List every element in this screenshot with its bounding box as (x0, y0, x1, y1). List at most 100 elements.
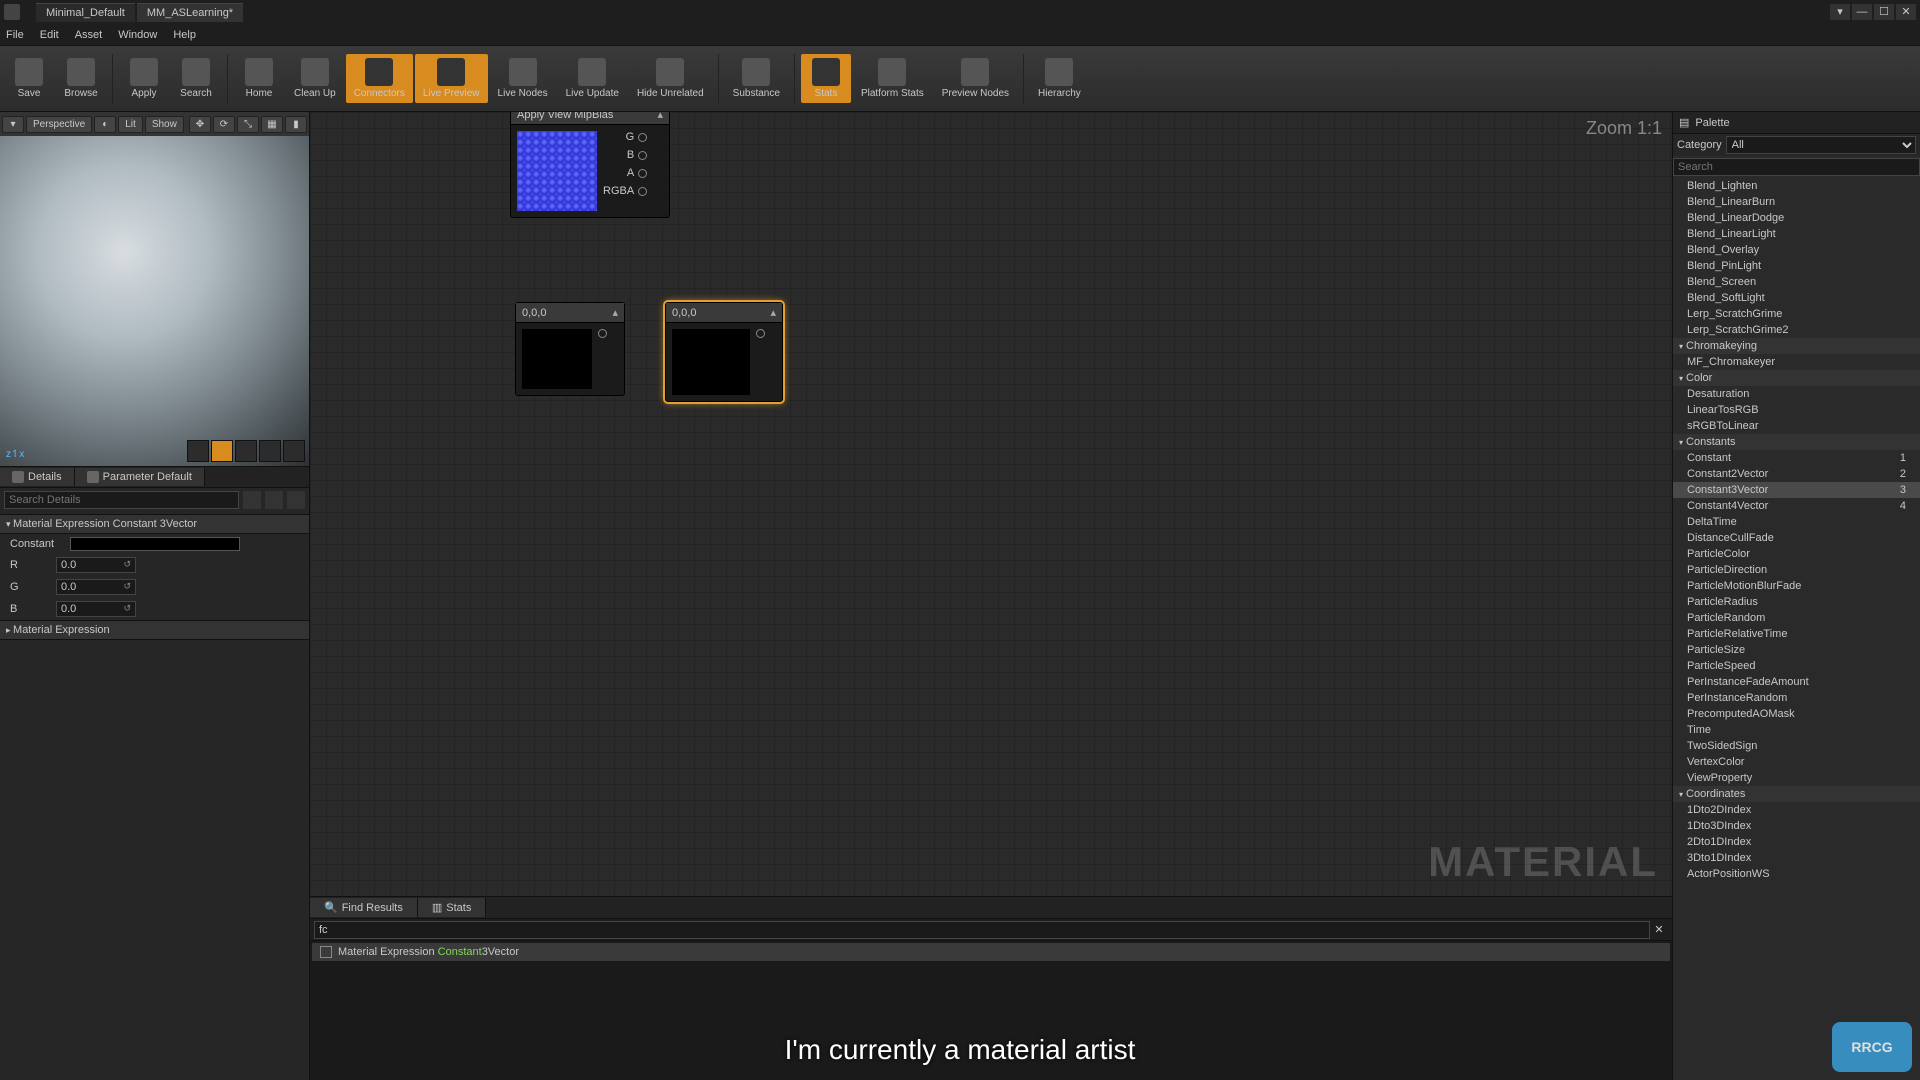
node-constant3vector-selected[interactable]: 0,0,0▴ (665, 302, 783, 402)
translate-gizmo-icon[interactable]: ✥ (189, 116, 211, 133)
toolbar-browse[interactable]: Browse (56, 54, 106, 103)
toolbar-search[interactable]: Search (171, 54, 221, 103)
tab-parameter-defaults[interactable]: Parameter Default (75, 468, 205, 486)
output-pin[interactable] (638, 169, 647, 178)
toolbar-hierarchy[interactable]: Hierarchy (1030, 54, 1089, 103)
material-preview-viewport[interactable]: z↿x (0, 136, 309, 466)
toolbar-connectors[interactable]: Connectors (346, 54, 413, 103)
find-result-row[interactable]: Material Expression Constant3Vector (312, 943, 1670, 961)
eye-icon[interactable] (287, 491, 305, 509)
details-section-constant3vector[interactable]: Material Expression Constant 3Vector (0, 514, 309, 534)
details-section-material-expression[interactable]: Material Expression (0, 620, 309, 640)
lit-icon[interactable]: ◐ (94, 116, 116, 133)
palette-item[interactable]: Lerp_ScratchGrime (1673, 306, 1920, 322)
palette-search-input[interactable] (1673, 158, 1920, 176)
toolbar-stats[interactable]: Stats (801, 54, 851, 103)
palette-category[interactable]: Color (1673, 370, 1920, 386)
palette-item[interactable]: Blend_LinearBurn (1673, 194, 1920, 210)
palette-item[interactable]: DistanceCullFade (1673, 530, 1920, 546)
palette-item[interactable]: 1Dto2DIndex (1673, 802, 1920, 818)
palette-item[interactable]: ParticleRelativeTime (1673, 626, 1920, 642)
tab-mm-aslearning[interactable]: MM_ASLearning* (137, 3, 243, 22)
r-field[interactable]: 0.0↺ (56, 557, 136, 573)
palette-item[interactable]: 1Dto3DIndex (1673, 818, 1920, 834)
toolbar-live-nodes[interactable]: Live Nodes (490, 54, 556, 103)
reset-icon[interactable]: ↺ (123, 559, 131, 571)
tab-find-results[interactable]: 🔍Find Results (310, 898, 418, 917)
viewport-menu-icon[interactable]: ▾ (2, 116, 24, 133)
palette-item[interactable]: ParticleSize (1673, 642, 1920, 658)
palette-item[interactable]: Blend_Screen (1673, 274, 1920, 290)
palette-item[interactable]: ParticleColor (1673, 546, 1920, 562)
palette-item[interactable]: Desaturation (1673, 386, 1920, 402)
toolbar-clean-up[interactable]: Clean Up (286, 54, 344, 103)
palette-item[interactable]: Time (1673, 722, 1920, 738)
toolbar-save[interactable]: Save (4, 54, 54, 103)
palette-item[interactable]: Blend_LinearLight (1673, 226, 1920, 242)
rotate-gizmo-icon[interactable]: ⟳ (213, 116, 235, 133)
search-details-input[interactable] (4, 491, 239, 509)
palette-item[interactable]: TwoSidedSign (1673, 738, 1920, 754)
tab-minimal-default[interactable]: Minimal_Default (36, 3, 135, 22)
view-options-icon[interactable] (265, 491, 283, 509)
palette-item[interactable]: 3Dto1DIndex (1673, 850, 1920, 866)
toolbar-apply[interactable]: Apply (119, 54, 169, 103)
palette-item[interactable]: VertexColor (1673, 754, 1920, 770)
scale-gizmo-icon[interactable]: ⤡ (237, 116, 259, 133)
palette-list[interactable]: Blend_LightenBlend_LinearBurn Blend_Linea… (1673, 178, 1920, 1080)
output-pin[interactable] (638, 151, 647, 160)
palette-item[interactable]: DeltaTime (1673, 514, 1920, 530)
show-button[interactable]: Show (145, 116, 184, 133)
preview-shape-mesh[interactable] (283, 440, 305, 462)
palette-item[interactable]: Constant2Vector2 (1673, 466, 1920, 482)
chevron-up-icon[interactable]: ▴ (770, 306, 776, 319)
menu-help[interactable]: Help (173, 29, 196, 41)
menu-asset[interactable]: Asset (75, 29, 103, 41)
camera-speed-icon[interactable]: ▮ (285, 116, 307, 133)
palette-item[interactable]: ParticleMotionBlurFade (1673, 578, 1920, 594)
b-field[interactable]: 0.0↺ (56, 601, 136, 617)
node-constant3vector[interactable]: 0,0,0▴ (515, 302, 625, 396)
window-down-icon[interactable]: ▾ (1830, 4, 1850, 20)
menu-file[interactable]: File (6, 29, 24, 41)
search-icon[interactable] (243, 491, 261, 509)
preview-shape-cube[interactable] (259, 440, 281, 462)
preview-shape-plane[interactable] (235, 440, 257, 462)
palette-item[interactable]: MF_Chromakeyer (1673, 354, 1920, 370)
reset-icon[interactable]: ↺ (123, 581, 131, 593)
window-close-icon[interactable]: ✕ (1896, 4, 1916, 20)
palette-item[interactable]: Blend_Lighten (1673, 178, 1920, 194)
find-input[interactable] (314, 921, 1650, 939)
toolbar-substance[interactable]: Substance (725, 54, 788, 103)
output-pin[interactable] (598, 329, 607, 338)
toolbar-preview-nodes[interactable]: Preview Nodes (934, 54, 1017, 103)
node-texture-sample[interactable]: Apply View MipBias▴ G B A RGBA (510, 112, 670, 218)
palette-item[interactable]: LinearTosRGB (1673, 402, 1920, 418)
palette-item[interactable]: 2Dto1DIndex (1673, 834, 1920, 850)
output-pin[interactable] (756, 329, 765, 338)
toolbar-hide-unrelated[interactable]: Hide Unrelated (629, 54, 712, 103)
palette-item[interactable]: Blend_Overlay (1673, 242, 1920, 258)
palette-item[interactable]: PerInstanceFadeAmount (1673, 674, 1920, 690)
category-select[interactable]: All (1726, 136, 1916, 154)
toolbar-home[interactable]: Home (234, 54, 284, 103)
palette-item[interactable]: ParticleDirection (1673, 562, 1920, 578)
palette-category[interactable]: Chromakeying (1673, 338, 1920, 354)
palette-item[interactable]: PerInstanceRandom (1673, 690, 1920, 706)
toolbar-live-update[interactable]: Live Update (558, 54, 627, 103)
chevron-up-icon[interactable]: ▴ (657, 112, 663, 121)
snap-icon[interactable]: ▦ (261, 116, 283, 133)
preview-shape-cylinder[interactable] (187, 440, 209, 462)
palette-item[interactable]: ActorPositionWS (1673, 866, 1920, 882)
window-maximize-icon[interactable]: ☐ (1874, 4, 1894, 20)
window-minimize-icon[interactable]: — (1852, 4, 1872, 20)
palette-item[interactable]: sRGBToLinear (1673, 418, 1920, 434)
palette-item[interactable]: Lerp_ScratchGrime2 (1673, 322, 1920, 338)
toolbar-platform-stats[interactable]: Platform Stats (853, 54, 932, 103)
menu-window[interactable]: Window (118, 29, 157, 41)
tab-details[interactable]: Details (0, 468, 75, 486)
palette-item[interactable]: Blend_PinLight (1673, 258, 1920, 274)
reset-icon[interactable]: ↺ (123, 603, 131, 615)
palette-item[interactable]: ParticleSpeed (1673, 658, 1920, 674)
g-field[interactable]: 0.0↺ (56, 579, 136, 595)
